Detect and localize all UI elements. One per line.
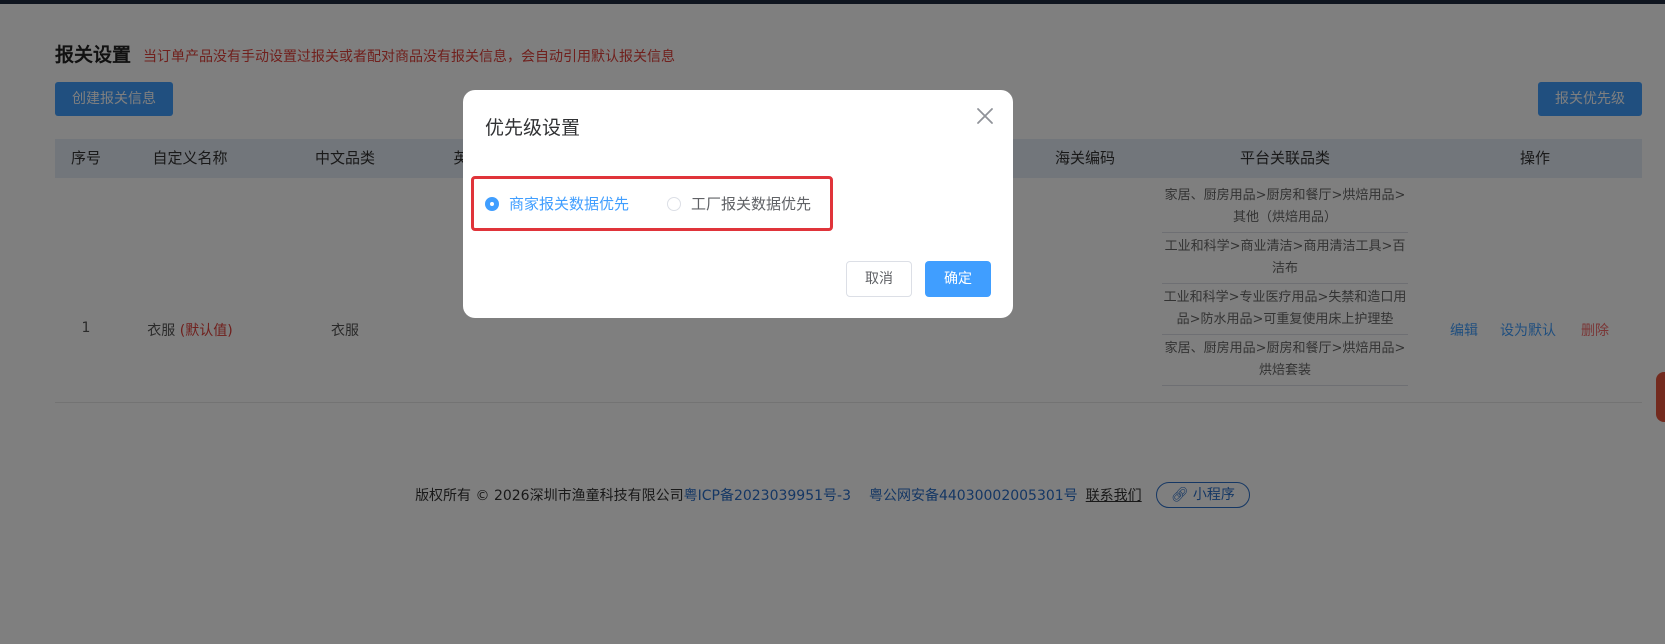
close-icon[interactable] bbox=[973, 104, 997, 128]
radio-label: 商家报关数据优先 bbox=[509, 195, 630, 213]
cancel-button[interactable]: 取消 bbox=[846, 261, 912, 297]
radio-label: 工厂报关数据优先 bbox=[691, 195, 812, 213]
dialog-title: 优先级设置 bbox=[485, 117, 581, 139]
radio-checked-icon bbox=[485, 196, 499, 211]
priority-dialog: 优先级设置 商家报关数据优先 工厂报关数据优先 取消 确定 bbox=[463, 90, 1013, 318]
radio-merchant-priority[interactable]: 商家报关数据优先 bbox=[485, 193, 629, 214]
radio-unchecked-icon bbox=[667, 196, 681, 211]
confirm-button[interactable]: 确定 bbox=[925, 261, 991, 297]
radio-factory-priority[interactable]: 工厂报关数据优先 bbox=[667, 193, 811, 214]
